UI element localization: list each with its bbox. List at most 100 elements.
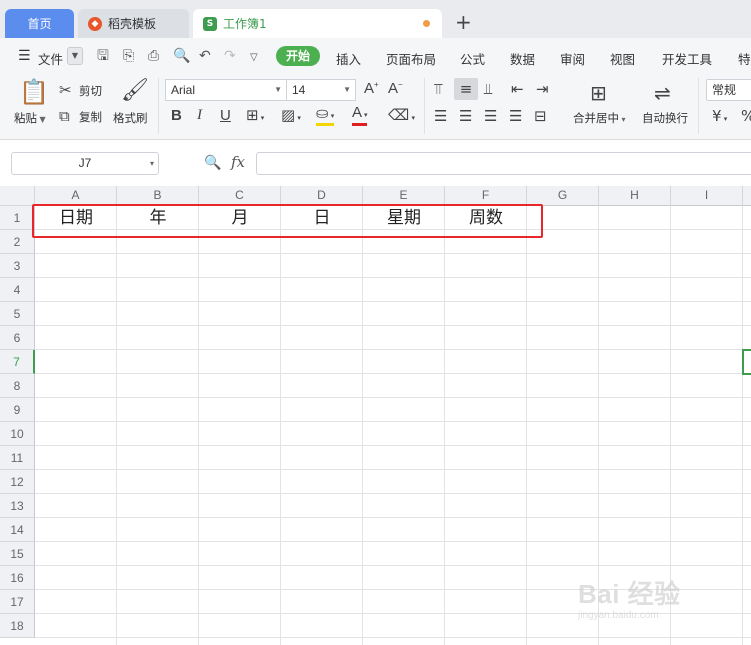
paste-button[interactable]: 粘贴 ▼ <box>14 110 46 126</box>
align-right-icon[interactable]: ☰ <box>484 107 497 125</box>
menu-file[interactable]: 文件 <box>38 49 63 68</box>
fill-color-icon[interactable]: ⛀ ▾ <box>316 106 335 126</box>
row-header-2[interactable]: 2 <box>0 230 35 254</box>
tab-home[interactable]: 首页 <box>5 9 74 38</box>
redo-icon[interactable]: ↷ <box>224 48 236 64</box>
row-header-17[interactable]: 17 <box>0 590 35 614</box>
number-format-select[interactable]: 常规 <box>706 79 751 101</box>
decrease-font-icon[interactable]: A− <box>388 80 403 97</box>
wrap-text-icon[interactable]: ⇌ <box>654 81 671 105</box>
column-header-e[interactable]: E <box>363 186 445 206</box>
new-tab-button[interactable]: + <box>455 10 472 34</box>
column-header-f[interactable]: F <box>445 186 527 206</box>
cut-button[interactable]: 剪切 <box>79 83 102 99</box>
print-preview-icon[interactable]: 🔍 <box>173 48 190 64</box>
row-header-6[interactable]: 6 <box>0 326 35 350</box>
align-middle-icon[interactable]: ≡ <box>454 78 478 100</box>
distributed-icon[interactable]: ⊟ <box>534 107 547 125</box>
justify-icon[interactable]: ☰ <box>509 107 522 125</box>
increase-indent-icon[interactable]: ⇥ <box>536 80 549 98</box>
percent-icon[interactable]: % <box>741 107 751 125</box>
cut-icon[interactable]: ✂ <box>59 81 72 99</box>
formula-bar: J7 ▾ 🔍 fx <box>0 140 751 186</box>
row-header-14[interactable]: 14 <box>0 518 35 542</box>
underline-icon[interactable]: U <box>220 107 231 124</box>
gridline-vertical <box>362 206 363 645</box>
save-icon[interactable]: 🖫 <box>97 48 109 64</box>
menu-insert[interactable]: 插入 <box>336 49 361 68</box>
row-header-4[interactable]: 4 <box>0 278 35 302</box>
row-header-11[interactable]: 11 <box>0 446 35 470</box>
gridline-horizontal <box>35 469 751 470</box>
hamburger-icon[interactable]: ☰ <box>18 48 31 64</box>
row-header-7[interactable]: 7 <box>0 350 35 374</box>
chevron-down-icon: ▾ <box>149 159 154 168</box>
clear-format-icon[interactable]: ⌫ ▾ <box>388 106 415 124</box>
name-box-value: J7 <box>78 156 92 170</box>
print-icon[interactable]: ⎙ <box>148 48 159 64</box>
tab-workbook[interactable]: S 工作簿1 <box>193 9 442 38</box>
active-cell-indicator[interactable] <box>742 349 751 375</box>
align-left-icon[interactable]: ☰ <box>434 107 447 125</box>
menu-view[interactable]: 视图 <box>610 49 635 68</box>
column-header-h[interactable]: H <box>599 186 671 206</box>
row-header-16[interactable]: 16 <box>0 566 35 590</box>
font-name-select[interactable]: Arial ▼ <box>165 79 287 101</box>
font-color-icon[interactable]: A ▾ <box>352 105 368 126</box>
align-bottom-icon[interactable]: ⫫ <box>484 80 492 98</box>
column-header-a[interactable]: A <box>35 186 117 206</box>
copy-icon[interactable]: ⧉ <box>59 107 70 125</box>
row-header-3[interactable]: 3 <box>0 254 35 278</box>
menu-formula[interactable]: 公式 <box>460 49 485 68</box>
column-header-g[interactable]: G <box>527 186 599 206</box>
row-header-5[interactable]: 5 <box>0 302 35 326</box>
paste-icon[interactable]: 📋 <box>19 78 49 106</box>
decrease-indent-icon[interactable]: ⇤ <box>511 80 524 98</box>
align-center-icon[interactable]: ☰ <box>459 107 472 125</box>
row-header-8[interactable]: 8 <box>0 374 35 398</box>
border-icon[interactable]: ⊞ ▾ <box>246 106 264 124</box>
name-box[interactable]: J7 ▾ <box>11 152 159 175</box>
row-header-10[interactable]: 10 <box>0 422 35 446</box>
menu-special[interactable]: 特 <box>738 49 751 68</box>
currency-button[interactable]: ¥ ▾ <box>712 107 727 125</box>
row-header-1[interactable]: 1 <box>0 206 35 230</box>
row-header-13[interactable]: 13 <box>0 494 35 518</box>
column-header-i[interactable]: I <box>671 186 743 206</box>
row-header-9[interactable]: 9 <box>0 398 35 422</box>
menu-page-layout[interactable]: 页面布局 <box>386 49 436 68</box>
row-header-18[interactable]: 18 <box>0 614 35 638</box>
menu-start[interactable]: 开始 <box>276 46 320 66</box>
formula-input[interactable] <box>256 152 751 175</box>
menu-review[interactable]: 审阅 <box>560 49 585 68</box>
tab-template[interactable]: ◆ 稻壳模板 <box>78 9 189 38</box>
row-header-15[interactable]: 15 <box>0 542 35 566</box>
column-header-c[interactable]: C <box>199 186 281 206</box>
menu-data[interactable]: 数据 <box>510 49 535 68</box>
select-all-corner[interactable] <box>0 186 35 206</box>
copy-button[interactable]: 复制 <box>79 109 102 125</box>
wrap-text-button[interactable]: 自动换行 <box>642 110 688 126</box>
italic-icon[interactable]: I <box>197 107 202 124</box>
file-dropdown-icon[interactable]: ▼ <box>67 47 83 65</box>
bold-icon[interactable]: B <box>171 107 182 124</box>
zoom-formula-icon[interactable]: 🔍 <box>204 155 221 171</box>
format-painter-button[interactable]: 格式刷 <box>113 110 148 126</box>
undo-icon[interactable]: ↶ <box>199 48 211 64</box>
insert-function-button[interactable]: fx <box>231 153 245 171</box>
increase-font-icon[interactable]: A+ <box>364 80 379 97</box>
row-header-12[interactable]: 12 <box>0 470 35 494</box>
gridline-horizontal <box>35 277 751 278</box>
merge-center-icon[interactable]: ⊞ <box>590 81 607 105</box>
quick-access-more-icon[interactable]: ▽ <box>250 50 258 66</box>
fill-pattern-icon[interactable]: ▨ ▾ <box>281 106 301 124</box>
font-size-select[interactable]: 14 ▼ <box>286 79 356 101</box>
column-header-b[interactable]: B <box>117 186 199 206</box>
format-painter-icon[interactable]: 🖌 <box>121 78 149 103</box>
column-header-overflow[interactable] <box>743 186 751 206</box>
merge-center-button[interactable]: 合并居中 ▾ <box>573 110 626 126</box>
menu-developer[interactable]: 开发工具 <box>662 49 712 68</box>
export-icon[interactable]: ⎘ <box>123 48 134 64</box>
column-header-d[interactable]: D <box>281 186 363 206</box>
align-top-icon[interactable]: ⫪ <box>434 80 442 98</box>
